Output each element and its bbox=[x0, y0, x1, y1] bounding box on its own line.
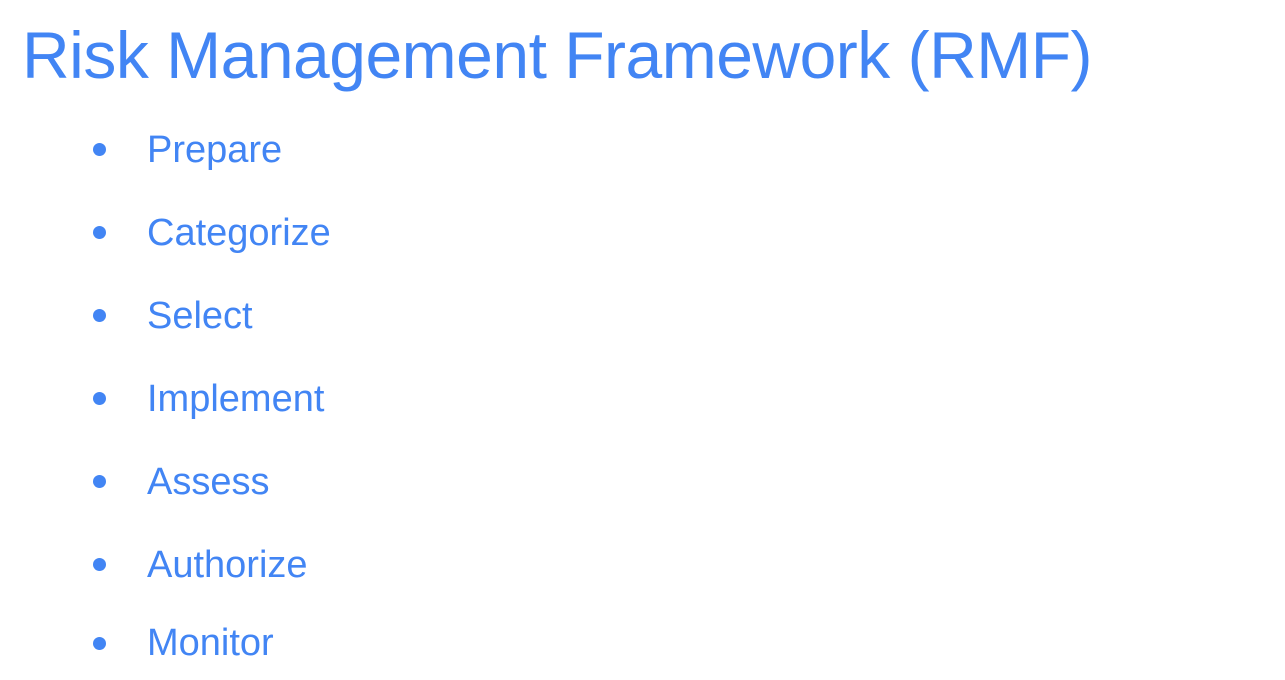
list-item-label: Implement bbox=[147, 377, 325, 420]
bullet-dot-icon bbox=[93, 226, 106, 239]
list-item: Select bbox=[90, 274, 331, 357]
list-item-label: Prepare bbox=[147, 128, 283, 171]
bullet-dot-icon bbox=[93, 309, 106, 322]
list-item-label: Authorize bbox=[147, 543, 308, 586]
bullet-dot-icon bbox=[93, 475, 106, 488]
bullet-dot-icon bbox=[93, 636, 106, 650]
list-item-label: Assess bbox=[147, 460, 270, 503]
slide-title: Risk Management Framework (RMF) bbox=[22, 18, 1093, 92]
list-item: Categorize bbox=[90, 191, 331, 274]
bullet-dot-icon bbox=[93, 143, 106, 156]
slide: Risk Management Framework (RMF) Prepare … bbox=[0, 0, 1285, 664]
list-item: Assess bbox=[90, 440, 331, 523]
list-item: Prepare bbox=[90, 108, 331, 191]
bullet-list: Prepare Categorize Select Implement Asse… bbox=[90, 108, 331, 680]
list-item: Monitor bbox=[90, 606, 331, 680]
bullet-dot-icon bbox=[93, 558, 106, 571]
bullet-dot-icon bbox=[93, 392, 106, 405]
list-item-label: Categorize bbox=[147, 211, 331, 254]
list-item-label: Monitor bbox=[147, 622, 274, 664]
list-item: Authorize bbox=[90, 523, 331, 606]
list-item-label: Select bbox=[147, 294, 253, 337]
list-item: Implement bbox=[90, 357, 331, 440]
